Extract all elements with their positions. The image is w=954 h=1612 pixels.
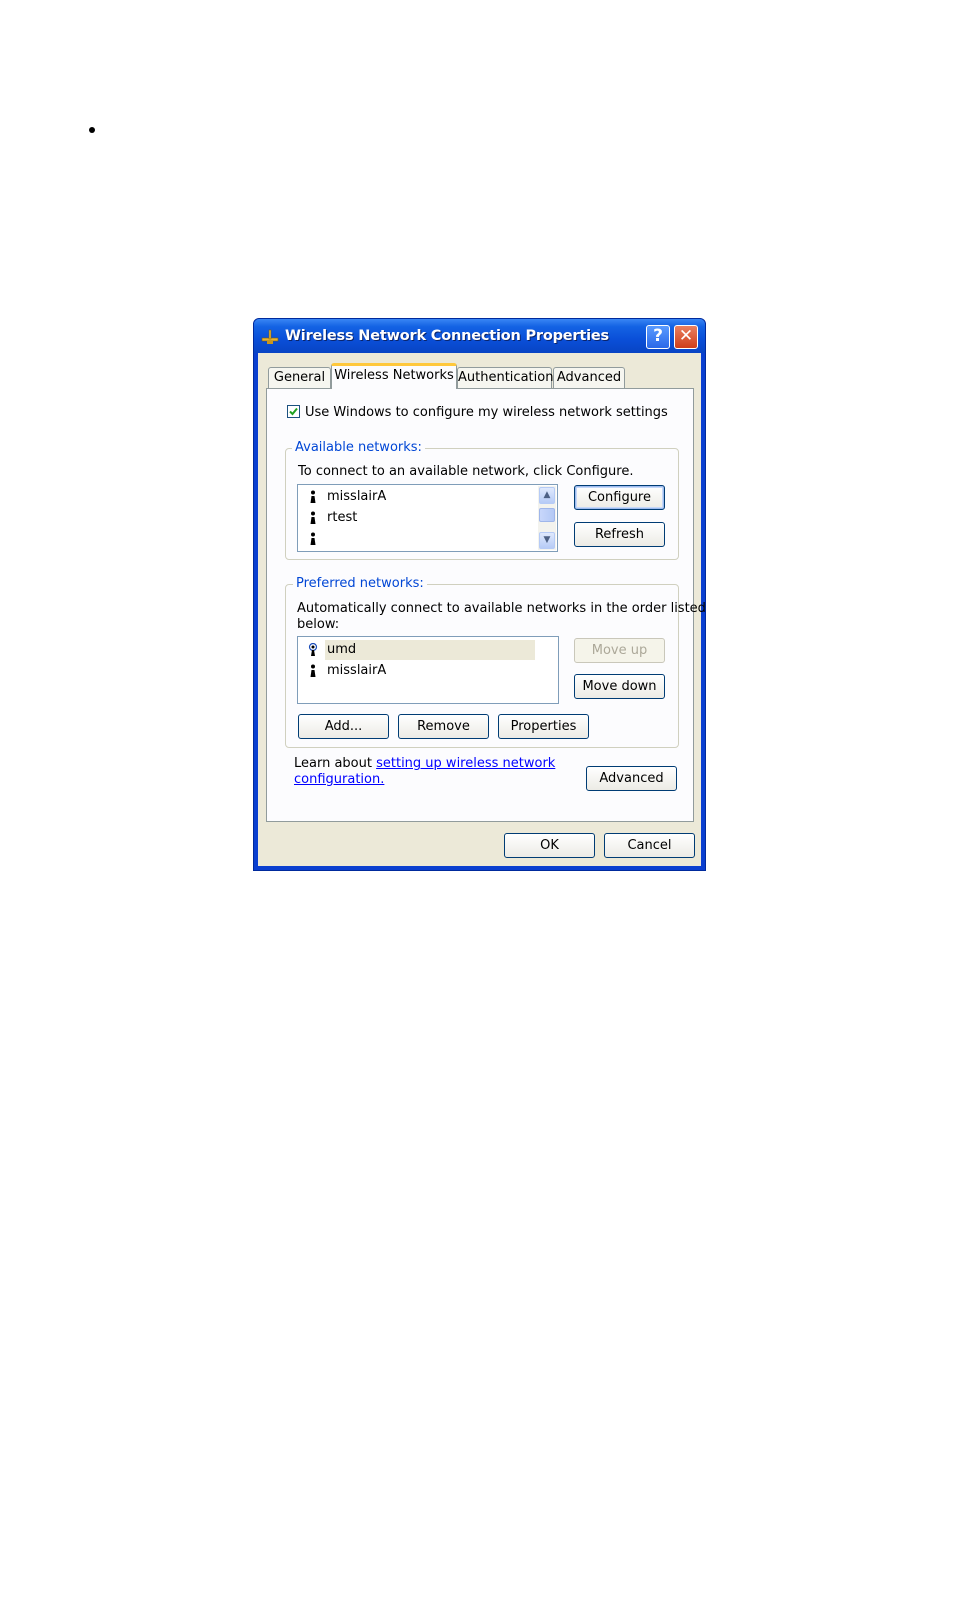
wireless-networks-panel: Use Windows to configure my wireless net… [266,388,706,822]
use-windows-label: Use Windows to configure my wireless net… [305,405,668,420]
wireless-antenna-icon [310,532,316,545]
scroll-up-icon[interactable]: ▲ [539,487,555,504]
list-item[interactable] [304,529,532,549]
scroll-thumb[interactable] [539,508,555,522]
list-item[interactable]: misslairA [304,661,535,681]
available-instruction: To connect to an available network, clic… [298,464,634,479]
vertical-scrollbar[interactable]: ▲ ▼ [538,486,556,550]
properties-window: Wireless Network Connection Properties ?… [253,318,706,871]
add-button[interactable]: Add... [298,714,389,739]
move-down-button[interactable]: Move down [574,674,665,699]
configure-button[interactable]: Configure [574,485,665,510]
network-connection-icon [261,329,279,344]
tab-wireless-networks[interactable]: Wireless Networks [331,363,457,389]
window-title: Wireless Network Connection Properties [285,328,609,344]
learn-about-text: Learn about setting up wireless network [294,756,556,771]
close-icon: ✕ [678,326,694,346]
wireless-antenna-icon [310,664,316,677]
available-networks-list[interactable]: misslairA rtest ▲ ▼ [297,484,558,552]
setup-wireless-link[interactable]: setting up wireless network [376,756,555,771]
tab-authentication[interactable]: Authentication [457,367,553,389]
wireless-antenna-icon [310,511,316,524]
list-bullet [89,127,95,133]
list-item[interactable]: umd [304,640,535,660]
cancel-button[interactable]: Cancel [604,833,695,858]
close-button[interactable]: ✕ [674,325,698,349]
preferred-instruction-line2: below: [297,617,340,632]
dialog-body: General Wireless Networks Authentication… [258,353,706,866]
configuration-link[interactable]: configuration. [294,772,384,787]
wireless-antenna-icon [310,490,316,503]
properties-button[interactable]: Properties [498,714,589,739]
use-windows-checkbox[interactable] [287,405,300,418]
remove-button[interactable]: Remove [398,714,489,739]
advanced-button[interactable]: Advanced [586,766,677,791]
scroll-down-icon[interactable]: ▼ [539,532,555,549]
move-up-button[interactable]: Move up [574,638,665,663]
preferred-networks-list[interactable]: umd misslairA [297,636,559,704]
refresh-button[interactable]: Refresh [574,522,665,547]
list-item[interactable]: rtest [304,508,532,528]
preferred-networks-title: Preferred networks: [293,576,427,591]
list-item[interactable]: misslairA [304,487,532,507]
tab-general[interactable]: General [268,367,331,389]
ok-button[interactable]: OK [504,833,595,858]
title-bar[interactable]: Wireless Network Connection Properties ?… [254,319,705,353]
available-networks-title: Available networks: [292,440,425,455]
help-button[interactable]: ? [646,325,670,349]
connected-antenna-icon [308,643,318,656]
checkmark-icon [289,407,298,416]
tab-advanced[interactable]: Advanced [553,367,625,389]
preferred-instruction-line1: Automatically connect to available netwo… [297,601,706,616]
